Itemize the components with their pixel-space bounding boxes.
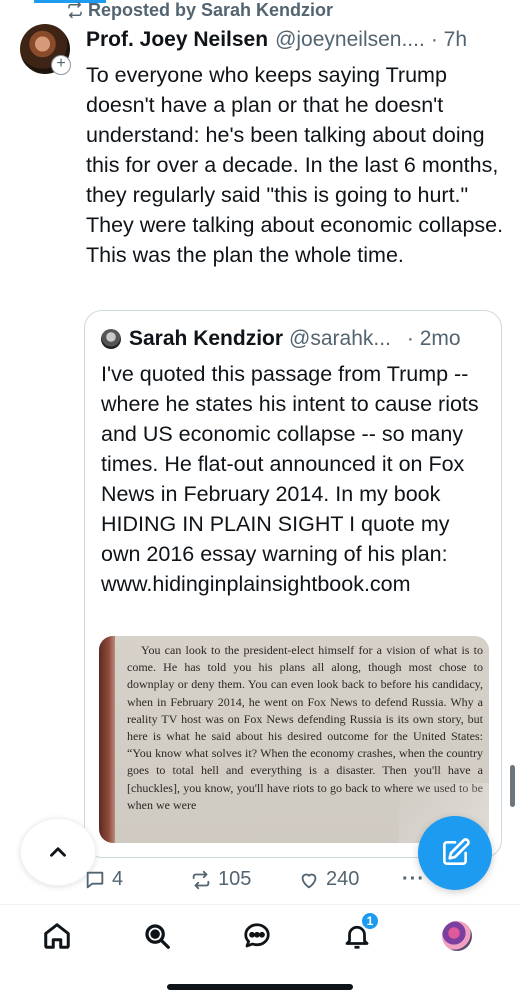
repost-label: Reposted by Sarah Kendzior xyxy=(88,0,334,20)
repost-icon xyxy=(68,1,82,19)
repost-count: 105 xyxy=(218,868,252,890)
quoted-post[interactable]: Sarah Kendzior @sarahk... · 2mo I've quo… xyxy=(84,310,502,858)
chevron-up-icon xyxy=(50,847,66,857)
notifications-badge: 1 xyxy=(360,911,380,931)
quoted-post-header: Sarah Kendzior @sarahk... · 2mo xyxy=(101,327,461,351)
quoted-post-text: I've quoted this passage from Trump -- w… xyxy=(101,362,479,596)
nav-notifications[interactable]: 1 xyxy=(340,911,380,953)
repost-icon xyxy=(192,870,210,889)
quoted-author-name: Sarah Kendzior xyxy=(129,327,284,350)
like-button[interactable]: 240 xyxy=(298,868,359,891)
scrollbar-thumb[interactable] xyxy=(510,765,515,807)
like-icon xyxy=(301,873,317,888)
post-header: Prof. Joey Neilsen @joeyneilsen.... · 7h xyxy=(86,28,506,52)
search-icon xyxy=(145,924,170,949)
repost-button[interactable]: 105 xyxy=(190,868,251,891)
follow-plus-icon[interactable]: + xyxy=(51,55,71,75)
nav-home[interactable] xyxy=(40,919,74,953)
compose-icon xyxy=(443,838,470,865)
compose-button[interactable] xyxy=(418,816,492,890)
book-page-edge xyxy=(99,636,115,843)
quoted-author-handle: @sarahk... xyxy=(289,327,391,350)
quoted-post-time: · 2mo xyxy=(406,327,461,350)
chat-icon xyxy=(244,923,270,948)
home-indicator[interactable] xyxy=(167,984,353,990)
post-actions: 4 105 240 ··· xyxy=(84,868,424,894)
nav-profile[interactable] xyxy=(440,919,474,953)
profile-avatar xyxy=(442,921,472,951)
reply-icon xyxy=(86,871,104,888)
reply-button[interactable]: 4 xyxy=(84,868,123,891)
more-options-button[interactable]: ··· xyxy=(402,868,425,891)
post-text: To everyone who keeps saying Trump doesn… xyxy=(86,63,504,267)
more-icon: ··· xyxy=(402,868,425,890)
reply-count: 4 xyxy=(112,868,124,890)
home-icon xyxy=(44,923,70,949)
nav-search[interactable] xyxy=(140,919,174,953)
author-handle[interactable]: @joeyneilsen.... xyxy=(275,28,425,52)
author-name[interactable]: Prof. Joey Neilsen xyxy=(86,28,268,52)
quoted-author-avatar xyxy=(101,329,121,349)
repost-indicator[interactable]: Reposted by Sarah Kendzior xyxy=(66,0,333,20)
book-page-image[interactable]: You can look to the president-elect hims… xyxy=(99,636,489,843)
post-time: · 7h xyxy=(430,28,467,51)
like-count: 240 xyxy=(326,868,360,890)
nav-chat[interactable] xyxy=(240,919,274,953)
